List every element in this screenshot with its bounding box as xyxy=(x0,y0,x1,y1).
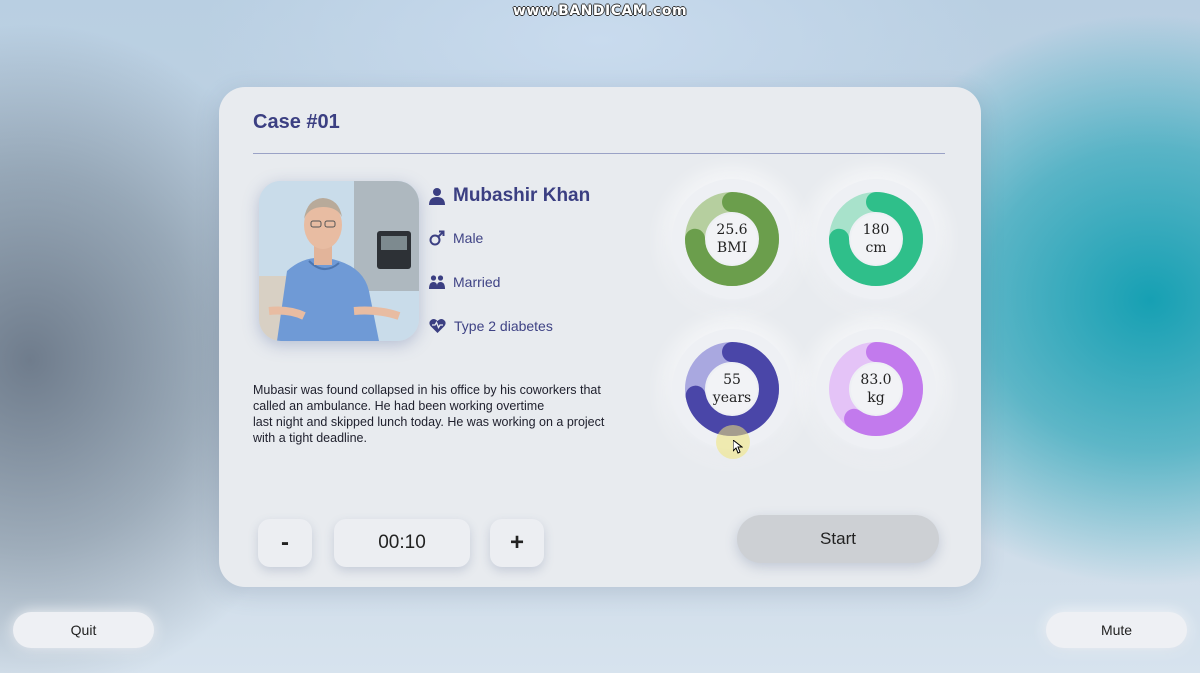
age-value: 55 xyxy=(723,372,741,388)
quit-button[interactable]: Quit xyxy=(13,612,154,648)
bmi-gauge: 25.6 BMI xyxy=(672,179,792,299)
case-card: Case #01 Mubashir Khan Male Married Type… xyxy=(219,87,981,587)
patient-name-row: Mubashir Khan xyxy=(429,185,590,207)
weight-gauge: 83.0 kg xyxy=(816,329,936,449)
marital-text: Married xyxy=(453,274,501,290)
case-description: Mubasir was found collapsed in his offic… xyxy=(253,383,605,445)
start-button[interactable]: Start xyxy=(737,515,939,563)
bmi-unit: BMI xyxy=(716,240,748,256)
timer-display: 00:10 xyxy=(334,519,470,567)
age-unit: years xyxy=(712,390,752,406)
person-icon xyxy=(429,188,445,205)
patient-name: Mubashir Khan xyxy=(453,185,591,206)
male-icon xyxy=(429,230,445,246)
gender-text: Male xyxy=(453,230,484,246)
condition-text: Type 2 diabetes xyxy=(454,318,553,334)
bmi-value: 25.6 xyxy=(716,222,748,238)
weight-unit: kg xyxy=(867,390,885,406)
patient-photo xyxy=(259,181,419,341)
condition-row: Type 2 diabetes xyxy=(429,318,553,334)
height-gauge: 180 cm xyxy=(816,179,936,299)
bandicam-watermark: www.BANDICAM.com xyxy=(512,3,688,19)
divider xyxy=(253,153,945,154)
case-title: Case #01 xyxy=(253,111,340,133)
couple-icon xyxy=(429,275,445,289)
height-value: 180 xyxy=(862,222,890,238)
heart-health-icon xyxy=(429,318,446,333)
gender-row: Male xyxy=(429,230,483,246)
marital-row: Married xyxy=(429,274,500,290)
increment-time-button[interactable]: + xyxy=(490,519,544,567)
weight-value: 83.0 xyxy=(860,372,892,388)
decrement-time-button[interactable]: - xyxy=(258,519,312,567)
mouse-pointer-icon xyxy=(733,440,743,454)
height-unit: cm xyxy=(865,240,887,256)
mute-button[interactable]: Mute xyxy=(1046,612,1187,648)
